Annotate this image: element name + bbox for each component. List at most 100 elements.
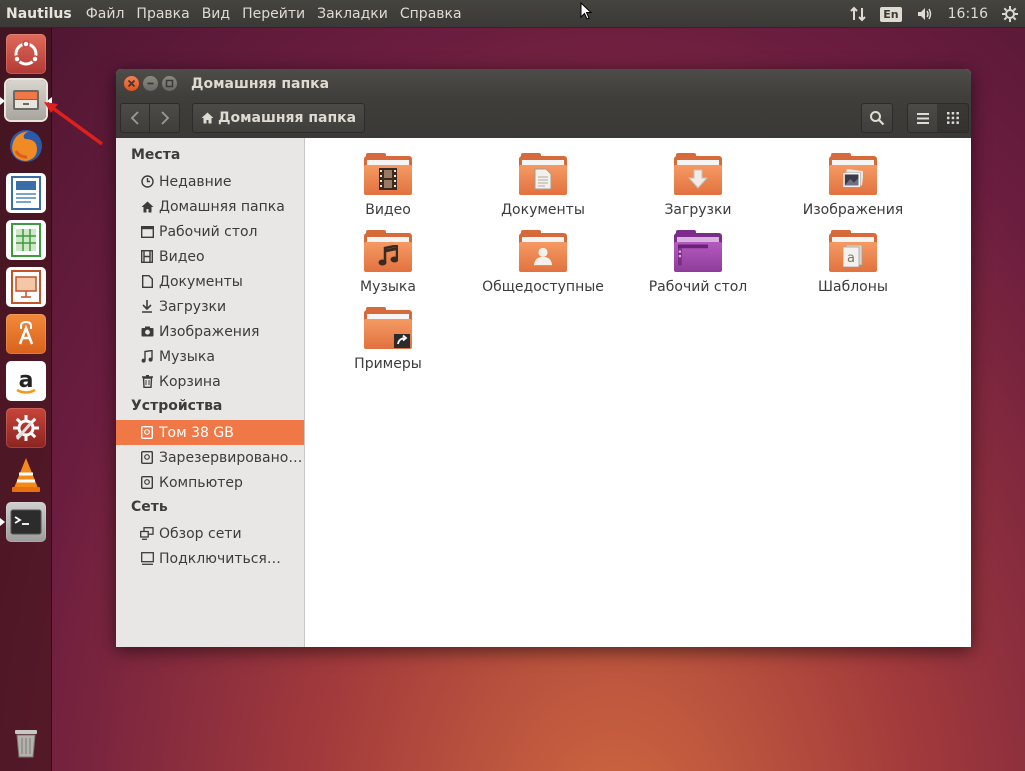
- menu-bookmarks[interactable]: Закладки: [311, 6, 394, 22]
- software-center-icon[interactable]: [6, 314, 46, 354]
- home-icon: [140, 200, 154, 214]
- sidebar-item-label: Компьютер: [159, 474, 243, 491]
- trash-icon[interactable]: [6, 722, 46, 762]
- examples-folder-icon: [364, 307, 412, 352]
- file-item-desktop[interactable]: Рабочий стол: [623, 230, 773, 295]
- maximize-button[interactable]: [162, 76, 177, 91]
- forward-button[interactable]: [150, 103, 180, 133]
- sidebar-item-label: Музыка: [159, 348, 215, 365]
- sidebar-item-videos[interactable]: Видео: [116, 244, 304, 269]
- file-item-templates[interactable]: a Шаблоны: [778, 230, 928, 295]
- file-label: Видео: [365, 202, 411, 218]
- sidebar-item-label: Подключиться…: [159, 550, 281, 567]
- sidebar-item-home[interactable]: Домашняя папка: [116, 194, 304, 219]
- titlebar[interactable]: Домашняя папка: [116, 69, 971, 98]
- vlc-icon[interactable]: [6, 455, 46, 495]
- document-icon: [140, 275, 154, 289]
- app-name: Nautilus: [6, 5, 72, 22]
- search-button[interactable]: [861, 103, 893, 133]
- file-label: Документы: [501, 202, 585, 218]
- public-folder-icon: [519, 230, 567, 273]
- terminal-icon[interactable]: [6, 502, 46, 542]
- sidebar-item-label: Рабочий стол: [159, 223, 258, 240]
- sidebar-item-trash[interactable]: Корзина: [116, 369, 304, 394]
- writer-icon[interactable]: [6, 173, 46, 213]
- list-view-button[interactable]: [907, 103, 939, 133]
- file-item-examples[interactable]: Примеры: [313, 307, 463, 372]
- templates-folder-icon: a: [829, 230, 877, 273]
- toolbar: Домашняя папка: [116, 98, 971, 138]
- sidebar-item-documents[interactable]: Документы: [116, 269, 304, 294]
- menu-help[interactable]: Справка: [394, 6, 468, 22]
- file-label: Общедоступные: [482, 279, 604, 295]
- sidebar-header-devices: Устройства: [131, 398, 223, 414]
- impress-icon[interactable]: [6, 267, 46, 307]
- downloads-folder-icon: [674, 153, 722, 196]
- close-button[interactable]: [124, 76, 139, 91]
- sidebar-item-label: Недавние: [159, 173, 232, 190]
- sidebar-item-downloads[interactable]: Загрузки: [116, 294, 304, 319]
- grid-icon: [946, 112, 959, 124]
- keyboard-layout-indicator[interactable]: En: [880, 6, 902, 22]
- sidebar-item-computer[interactable]: Компьютер: [116, 470, 304, 495]
- minimize-button[interactable]: [143, 76, 158, 91]
- menu-edit[interactable]: Правка: [130, 6, 195, 22]
- file-item-public[interactable]: Общедоступные: [468, 230, 618, 295]
- desktop-icon: [140, 225, 154, 239]
- sidebar-item-label: Корзина: [159, 373, 221, 390]
- path-bar-home-button[interactable]: Домашняя папка: [192, 103, 366, 133]
- sidebar-item-label: Загрузки: [159, 298, 227, 315]
- clock[interactable]: 16:16: [948, 6, 988, 22]
- grid-view-button[interactable]: [937, 103, 969, 133]
- annotation-arrow-icon: [44, 102, 104, 146]
- network-icon[interactable]: [850, 6, 866, 22]
- file-label: Музыка: [360, 279, 416, 295]
- top-panel: Nautilus Файл Правка Вид Перейти Закладк…: [0, 0, 1025, 28]
- file-item-videos[interactable]: Видео: [313, 153, 463, 218]
- sidebar-item-browse-network[interactable]: Обзор сети: [116, 521, 304, 546]
- file-label: Примеры: [354, 356, 422, 372]
- amazon-icon[interactable]: a: [6, 361, 46, 401]
- calc-icon[interactable]: [6, 220, 46, 260]
- sidebar-item-recent[interactable]: Недавние: [116, 169, 304, 194]
- mouse-cursor-icon: [580, 1, 593, 24]
- file-manager-window: Домашняя папка Домашняя папка Места Неда…: [116, 69, 971, 647]
- file-item-music[interactable]: Музыка: [313, 230, 463, 295]
- sidebar-item-label: Видео: [159, 248, 205, 265]
- link-arrow-icon: [394, 334, 410, 352]
- file-label: Рабочий стол: [648, 279, 748, 295]
- path-label: Домашняя папка: [218, 110, 357, 126]
- sidebar-item-volume-38gb[interactable]: Том 38 GB: [116, 420, 304, 445]
- music-folder-icon: [364, 230, 412, 273]
- home-icon: [201, 112, 214, 124]
- drive-icon: [140, 476, 154, 490]
- network-computers-icon: [140, 527, 154, 541]
- content-area: Места Недавние Домашняя папка Рабочий ст…: [116, 138, 971, 647]
- sidebar-item-pictures[interactable]: Изображения: [116, 319, 304, 344]
- sidebar-item-reserved[interactable]: Зарезервировано…: [116, 445, 304, 470]
- sidebar-header-network: Сеть: [131, 499, 168, 515]
- file-item-downloads[interactable]: Загрузки: [623, 153, 773, 218]
- sidebar-item-label: Обзор сети: [159, 525, 242, 542]
- gear-icon[interactable]: [1002, 6, 1018, 22]
- server-icon: [140, 552, 154, 566]
- svg-text:a: a: [19, 368, 34, 393]
- sidebar-item-label: Изображения: [159, 323, 260, 340]
- file-item-documents[interactable]: Документы: [468, 153, 618, 218]
- volume-icon[interactable]: [916, 6, 934, 22]
- sidebar-item-desktop[interactable]: Рабочий стол: [116, 219, 304, 244]
- back-button[interactable]: [120, 103, 150, 133]
- ubuntu-dash-icon[interactable]: [6, 34, 46, 74]
- menu-view[interactable]: Вид: [196, 6, 236, 22]
- menu-file[interactable]: Файл: [80, 6, 131, 22]
- file-label: Загрузки: [664, 202, 732, 218]
- file-item-pictures[interactable]: Изображения: [778, 153, 928, 218]
- menu-go[interactable]: Перейти: [236, 6, 311, 22]
- system-settings-icon[interactable]: [6, 408, 46, 448]
- sidebar-item-connect-server[interactable]: Подключиться…: [116, 546, 304, 571]
- film-icon: [140, 250, 154, 264]
- sidebar-item-music[interactable]: Музыка: [116, 344, 304, 369]
- drive-icon: [140, 426, 154, 440]
- sidebar-item-label: Зарезервировано…: [159, 449, 303, 466]
- clock-icon: [140, 175, 154, 189]
